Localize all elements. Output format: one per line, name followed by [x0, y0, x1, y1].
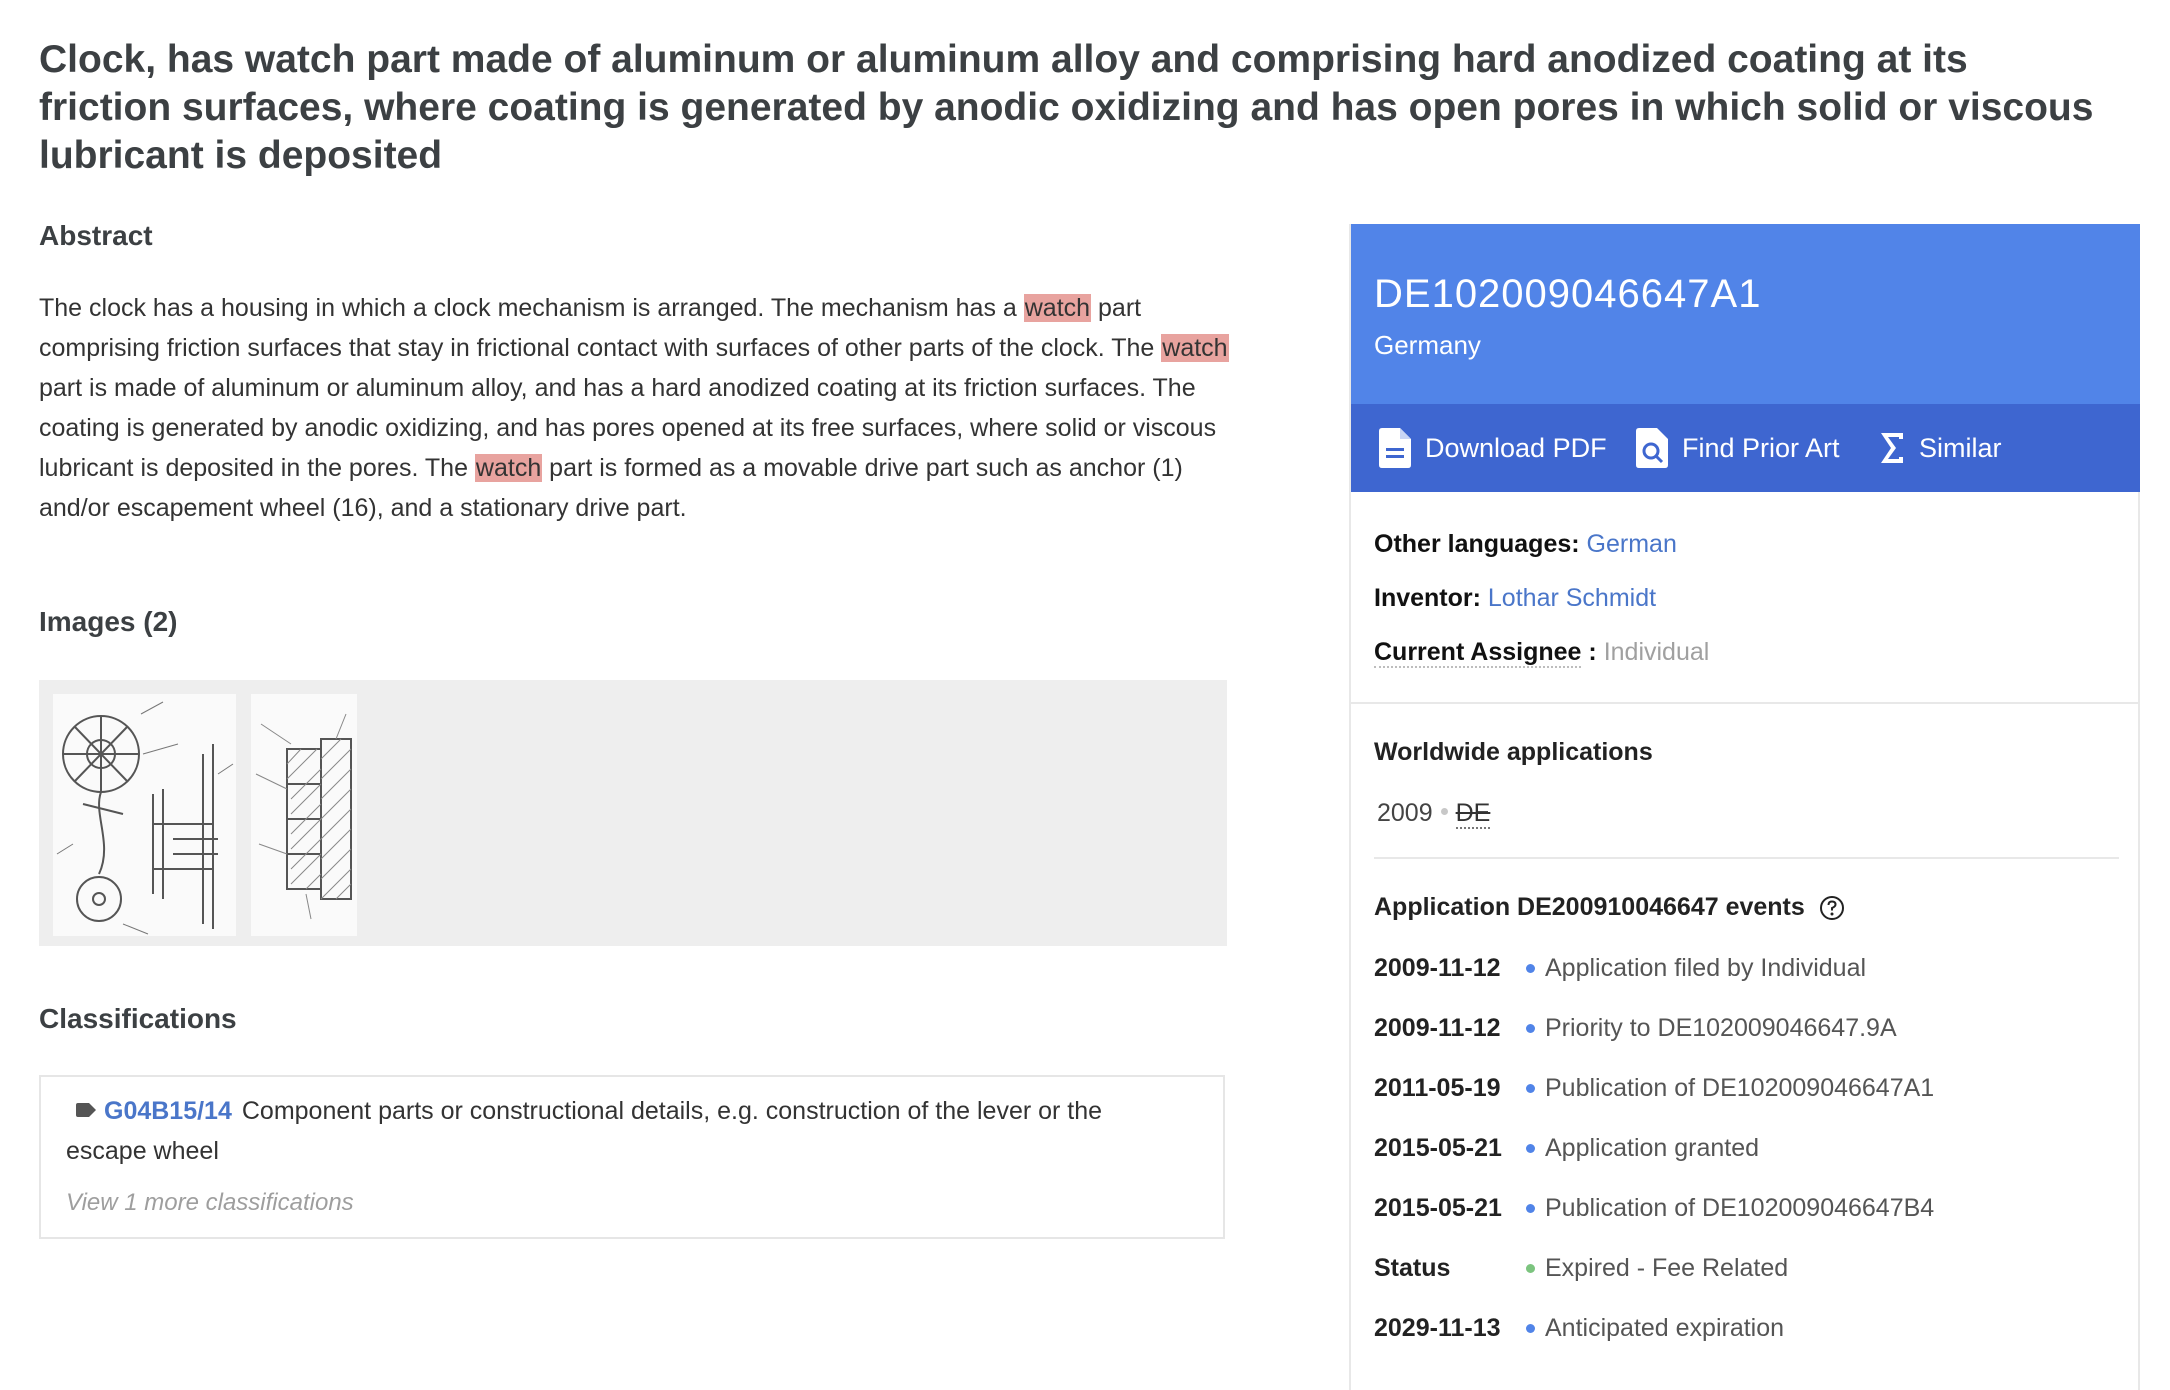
classifications-heading: Classifications [39, 1003, 237, 1034]
event-date: 2015-05-21 [1374, 1133, 1502, 1162]
assignee-row: Current Assignee : Individual [1374, 638, 1710, 668]
sigma-icon [1881, 433, 1903, 463]
images-strip [39, 680, 1227, 946]
classification-code-link[interactable]: G04B15/14 [104, 1097, 232, 1125]
abstract-text: The clock has a housing in which a clock… [39, 288, 1229, 528]
pdf-file-icon [1379, 428, 1411, 468]
event-dot [1526, 1143, 1535, 1153]
worldwide-heading: Worldwide applications [1374, 738, 1653, 766]
event-dot [1526, 1263, 1535, 1273]
event-row: Status Expired - Fee Related [1374, 1250, 1788, 1286]
event-row: 2009-11-12 Application filed by Individua… [1374, 950, 1866, 986]
worldwide-country-link[interactable]: DE [1455, 799, 1491, 829]
event-text: Application granted [1545, 1133, 1760, 1162]
other-languages-row: Other languages: German [1374, 530, 1677, 559]
publication-country: Germany [1374, 330, 1481, 360]
patent-drawing-thumbnail-2[interactable] [251, 694, 357, 936]
event-row: 2009-11-12 Priority to DE102009046647.9A [1374, 1010, 1897, 1046]
section-divider [1374, 857, 2119, 859]
patent-title: Clock, has watch part made of aluminum o… [39, 38, 2094, 177]
worldwide-dot [1440, 808, 1448, 816]
assignee-label[interactable]: Current Assignee [1374, 638, 1582, 668]
similar-label: Similar [1919, 432, 2002, 463]
find-prior-art-button[interactable]: Find Prior Art [1636, 404, 1840, 492]
inventor-link[interactable]: Lothar Schmidt [1488, 584, 1656, 612]
find-prior-art-label: Find Prior Art [1682, 432, 1840, 463]
worldwide-row: 2009 DE [1377, 799, 1491, 829]
patent-sidebar: DE102009046647A1 Germany Download PDF Fi… [1349, 224, 2140, 1390]
label-tag-icon [76, 1103, 96, 1118]
view-more-classifications-link[interactable]: View 1 more classifications [66, 1189, 354, 1217]
document-search-icon [1636, 428, 1668, 468]
similar-button[interactable]: Similar [1879, 404, 2002, 492]
inventor-row: Inventor: Lothar Schmidt [1374, 584, 1656, 613]
other-languages-label: Other languages: [1374, 530, 1580, 558]
download-pdf-label: Download PDF [1425, 432, 1607, 463]
highlight-term: watch [1023, 294, 1092, 322]
event-row: 2015-05-21 Publication of DE102009046647B… [1374, 1190, 1934, 1226]
event-text: Priority to DE102009046647.9A [1545, 1013, 1897, 1042]
patent-drawing-thumbnail-1[interactable] [53, 694, 236, 936]
event-dot [1526, 1023, 1535, 1033]
abstract-part: The clock has a housing in which a clock… [39, 294, 1024, 322]
download-pdf-button[interactable]: Download PDF [1379, 404, 1607, 492]
help-icon[interactable] [1819, 895, 1845, 921]
classifications-box: G04B15/14 Component parts or construction… [39, 1075, 1225, 1239]
highlight-term: watch [1161, 334, 1229, 362]
abstract-section: Abstract The clock has a housing in whic… [39, 220, 1229, 528]
images-heading: Images (2) [39, 606, 178, 637]
event-row: 2015-05-21 Application granted [1374, 1130, 1759, 1166]
event-date: 2009-11-12 [1374, 1013, 1501, 1042]
worldwide-year: 2009 [1377, 799, 1433, 827]
event-dot [1526, 1323, 1535, 1333]
event-date: Status [1374, 1253, 1451, 1282]
abstract-heading: Abstract [39, 220, 153, 251]
event-dot [1526, 1203, 1535, 1213]
events-heading: Application DE200910046647 events [1374, 893, 1845, 922]
event-date: 2009-11-12 [1374, 953, 1501, 982]
event-row: 2011-05-19 Publication of DE102009046647A… [1374, 1070, 1934, 1106]
event-date: 2011-05-19 [1374, 1073, 1501, 1102]
section-divider [1351, 702, 2140, 704]
event-text: Anticipated expiration [1545, 1313, 1785, 1342]
event-text: Publication of DE102009046647B4 [1545, 1193, 1935, 1222]
classification-row: G04B15/14 Component parts or construction… [66, 1091, 1186, 1171]
assignee-value: Individual [1603, 638, 1710, 666]
event-date: 2029-11-13 [1374, 1313, 1501, 1342]
event-dot [1526, 963, 1535, 973]
event-text: Publication of DE102009046647A1 [1545, 1073, 1935, 1102]
publication-header: DE102009046647A1 Germany [1351, 224, 2140, 404]
event-row: 2029-11-13 Anticipated expiration [1374, 1310, 1784, 1346]
event-date: 2015-05-21 [1374, 1193, 1502, 1222]
event-text: Expired - Fee Related [1545, 1253, 1789, 1282]
action-bar: Download PDF Find Prior Art Similar [1351, 404, 2140, 492]
assignee-separator: : [1581, 638, 1604, 666]
other-languages-link[interactable]: German [1587, 530, 1677, 558]
inventor-label: Inventor: [1374, 584, 1481, 612]
highlight-term: watch [474, 454, 543, 482]
publication-number: DE102009046647A1 [1374, 272, 1762, 316]
events-heading-label: Application DE200910046647 events [1374, 893, 1805, 921]
event-dot [1526, 1083, 1535, 1093]
event-text: Application filed by Individual [1545, 953, 1867, 982]
